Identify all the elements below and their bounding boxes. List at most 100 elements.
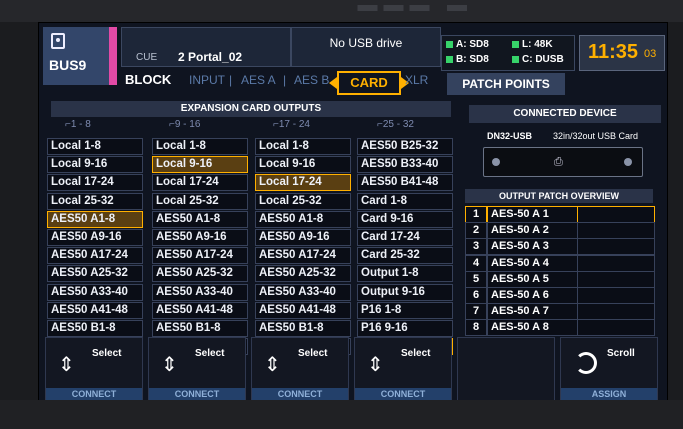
output-option[interactable]: Local 1-8 xyxy=(255,138,351,155)
output-option[interactable]: P16 1-8 xyxy=(357,301,453,319)
output-option[interactable]: AES50 A1-8 xyxy=(47,210,143,228)
output-option[interactable]: AES50 B41-48 xyxy=(357,174,453,192)
output-option[interactable]: AES50 A41-48 xyxy=(47,301,143,319)
bus-selector[interactable]: BUS9 xyxy=(43,27,109,85)
overview-row-slot xyxy=(577,238,655,256)
output-option[interactable]: Local 25-32 xyxy=(47,192,143,210)
console-bezel-top: ▬▬▬ ▬ xyxy=(0,0,683,22)
overview-row-number: 8 xyxy=(465,319,487,337)
overview-row-number: 4 xyxy=(465,254,487,272)
output-option[interactable]: Card 9-16 xyxy=(357,210,453,228)
output-option[interactable]: AES50 B1-8 xyxy=(152,319,248,337)
encoder-5[interactable] xyxy=(457,337,555,401)
output-option[interactable]: AES50 A25-32 xyxy=(47,265,143,283)
output-option[interactable]: AES50 B33-40 xyxy=(357,156,453,174)
tab-aes-a[interactable]: AES A xyxy=(241,69,276,91)
encoder-3[interactable]: ⇕ Select CONNECT xyxy=(251,337,349,401)
output-option[interactable]: AES50 A33-40 xyxy=(47,283,143,301)
output-option[interactable]: Output 1-8 xyxy=(357,265,453,283)
output-option[interactable]: Local 17-24 xyxy=(152,174,248,192)
output-option[interactable]: Card 25-32 xyxy=(357,247,453,265)
tab-block[interactable]: BLOCK xyxy=(125,69,171,91)
bus-label: BUS9 xyxy=(49,57,87,73)
up-down-arrow-icon: ⇕ xyxy=(58,354,75,376)
output-option[interactable]: AES50 A33-40 xyxy=(255,283,351,301)
output-option[interactable]: AES50 B1-8 xyxy=(255,319,351,337)
overview-row[interactable]: 2 AES-50 A 2 xyxy=(465,222,655,240)
output-option[interactable]: AES50 A9-16 xyxy=(47,228,143,246)
status-c: C: DUSB xyxy=(512,54,564,65)
output-option[interactable]: AES50 A1-8 xyxy=(255,210,351,228)
output-option[interactable]: P16 9-16 xyxy=(357,319,453,337)
encoder-2[interactable]: ⇕ Select CONNECT xyxy=(148,337,246,401)
output-option[interactable]: AES50 A25-32 xyxy=(152,265,248,283)
tab-card[interactable]: CARD xyxy=(329,71,409,95)
output-option[interactable]: Card 17-24 xyxy=(357,228,453,246)
tab-input[interactable]: INPUT xyxy=(189,69,225,91)
output-option[interactable]: Local 1-8 xyxy=(152,138,248,155)
encoder-action[interactable]: CONNECT xyxy=(46,388,142,400)
overview-row-number: 3 xyxy=(465,238,487,256)
overview-row[interactable]: 3 AES-50 A 3 xyxy=(465,238,655,256)
overview-row[interactable]: 8 AES-50 A 8 xyxy=(465,319,655,337)
connected-device-title: CONNECTED DEVICE xyxy=(469,105,661,123)
output-option[interactable]: AES50 B1-8 xyxy=(47,319,143,337)
output-option[interactable]: AES50 A17-24 xyxy=(152,247,248,265)
usb-status-text: No USB drive xyxy=(329,36,403,50)
encoder-action[interactable]: CONNECT xyxy=(149,388,245,400)
scroll-icon xyxy=(575,352,597,374)
clock-hours-minutes: 11:35 xyxy=(588,41,639,63)
encoder-action[interactable]: ASSIGN xyxy=(561,388,657,400)
usb-status[interactable]: No USB drive xyxy=(291,27,441,67)
overview-row-value: AES-50 A 5 xyxy=(487,270,578,288)
encoder-label: Select xyxy=(401,348,431,359)
output-option[interactable]: AES50 A9-16 xyxy=(255,228,351,246)
tab-xlr[interactable]: XLR xyxy=(405,69,428,91)
output-option[interactable]: Local 9-16 xyxy=(152,156,248,174)
output-option[interactable]: Card 1-8 xyxy=(357,192,453,210)
overview-row[interactable]: 5 AES-50 A 5 xyxy=(465,270,655,288)
output-option[interactable]: Local 17-24 xyxy=(255,174,351,192)
output-option[interactable]: Local 25-32 xyxy=(152,192,248,210)
overview-row-number: 7 xyxy=(465,303,487,321)
output-option[interactable]: AES50 A41-48 xyxy=(255,301,351,319)
output-option[interactable]: AES50 A1-8 xyxy=(152,210,248,228)
status-l: L: 48K xyxy=(512,39,553,50)
tab-patch-points[interactable]: PATCH POINTS xyxy=(447,73,565,95)
overview-row-value: AES-50 A 3 xyxy=(487,238,578,256)
encoder-label: Select xyxy=(195,348,225,359)
up-down-arrow-icon: ⇕ xyxy=(264,354,281,376)
output-option[interactable]: Local 25-32 xyxy=(255,192,351,210)
status-a: A: SD8 xyxy=(446,39,489,50)
tab-aes-b[interactable]: AES B xyxy=(294,69,329,91)
output-option[interactable]: Local 9-16 xyxy=(47,156,143,174)
cue-display[interactable]: CUE 2 Portal_02 xyxy=(121,27,291,67)
output-option[interactable]: AES50 B25-32 xyxy=(357,138,453,155)
output-option[interactable]: AES50 A41-48 xyxy=(152,301,248,319)
encoder-6[interactable]: Scroll ASSIGN xyxy=(560,337,658,401)
output-option[interactable]: AES50 A25-32 xyxy=(255,265,351,283)
output-column-9-16: Local 1-8 Local 9-16 Local 17-24 Local 25-3… xyxy=(152,138,248,356)
output-option[interactable]: Output 9-16 xyxy=(357,283,453,301)
output-option[interactable]: Local 1-8 xyxy=(47,138,143,155)
encoder-action[interactable]: CONNECT xyxy=(252,388,348,400)
output-option[interactable]: AES50 A33-40 xyxy=(152,283,248,301)
overview-row[interactable]: 4 AES-50 A 4 xyxy=(465,254,655,272)
range-label: 9 - 16 xyxy=(169,119,201,130)
up-down-arrow-icon: ⇕ xyxy=(367,354,384,376)
encoder-1[interactable]: ⇕ Select CONNECT xyxy=(45,337,143,401)
overview-row-slot xyxy=(577,287,655,304)
clock-seconds: 03 xyxy=(644,48,657,60)
overview-row-value: AES-50 A 2 xyxy=(487,222,578,240)
overview-row[interactable]: 6 AES-50 A 6 xyxy=(465,287,655,304)
output-option[interactable]: AES50 A17-24 xyxy=(255,247,351,265)
overview-row[interactable]: 7 AES-50 A 7 xyxy=(465,303,655,321)
output-option[interactable]: AES50 A17-24 xyxy=(47,247,143,265)
output-option[interactable]: Local 9-16 xyxy=(255,156,351,174)
output-option[interactable]: Local 17-24 xyxy=(47,174,143,192)
overview-row[interactable]: 1 AES-50 A 1 xyxy=(465,206,655,223)
encoder-4[interactable]: ⇕ Select CONNECT xyxy=(354,337,452,401)
output-option[interactable]: AES50 A9-16 xyxy=(152,228,248,246)
encoder-action[interactable]: CONNECT xyxy=(355,388,451,400)
led-icon xyxy=(512,40,519,48)
